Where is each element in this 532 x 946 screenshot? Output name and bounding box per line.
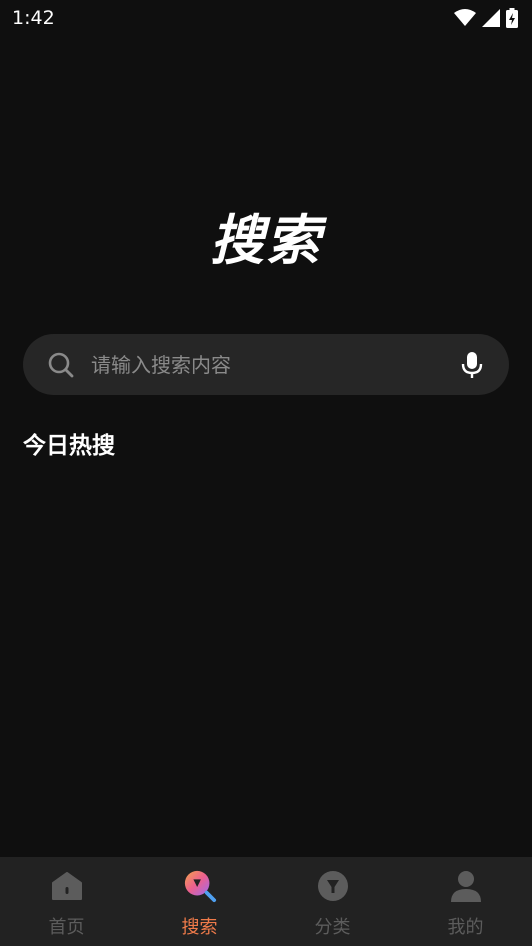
profile-icon: [449, 869, 483, 903]
status-time: 1:42: [12, 7, 55, 29]
tab-category-label: 分类: [314, 917, 351, 938]
tab-home-label: 首页: [48, 917, 85, 938]
mic-icon[interactable]: [457, 350, 487, 380]
wifi-icon: [454, 9, 476, 27]
search-tab-icon: [183, 869, 217, 903]
status-bar: 1:42: [0, 0, 532, 36]
tab-profile-label: 我的: [447, 917, 484, 938]
bottom-tab-bar: 首页 搜索 分类 我的: [0, 857, 532, 946]
signal-icon: [482, 9, 500, 27]
hot-search-title: 今日热搜: [23, 433, 115, 459]
category-icon: [316, 869, 350, 903]
search-input[interactable]: [91, 352, 457, 377]
home-icon: [50, 869, 84, 903]
search-bar[interactable]: [23, 334, 509, 395]
status-icons: [454, 8, 518, 28]
page-title: 搜索: [210, 209, 322, 272]
tab-home[interactable]: 首页: [0, 857, 133, 946]
tab-category[interactable]: 分类: [266, 857, 399, 946]
battery-icon: [506, 8, 518, 28]
search-icon[interactable]: [47, 351, 75, 379]
tab-profile[interactable]: 我的: [399, 857, 532, 946]
tab-search-label: 搜索: [181, 917, 218, 938]
tab-search[interactable]: 搜索: [133, 857, 266, 946]
